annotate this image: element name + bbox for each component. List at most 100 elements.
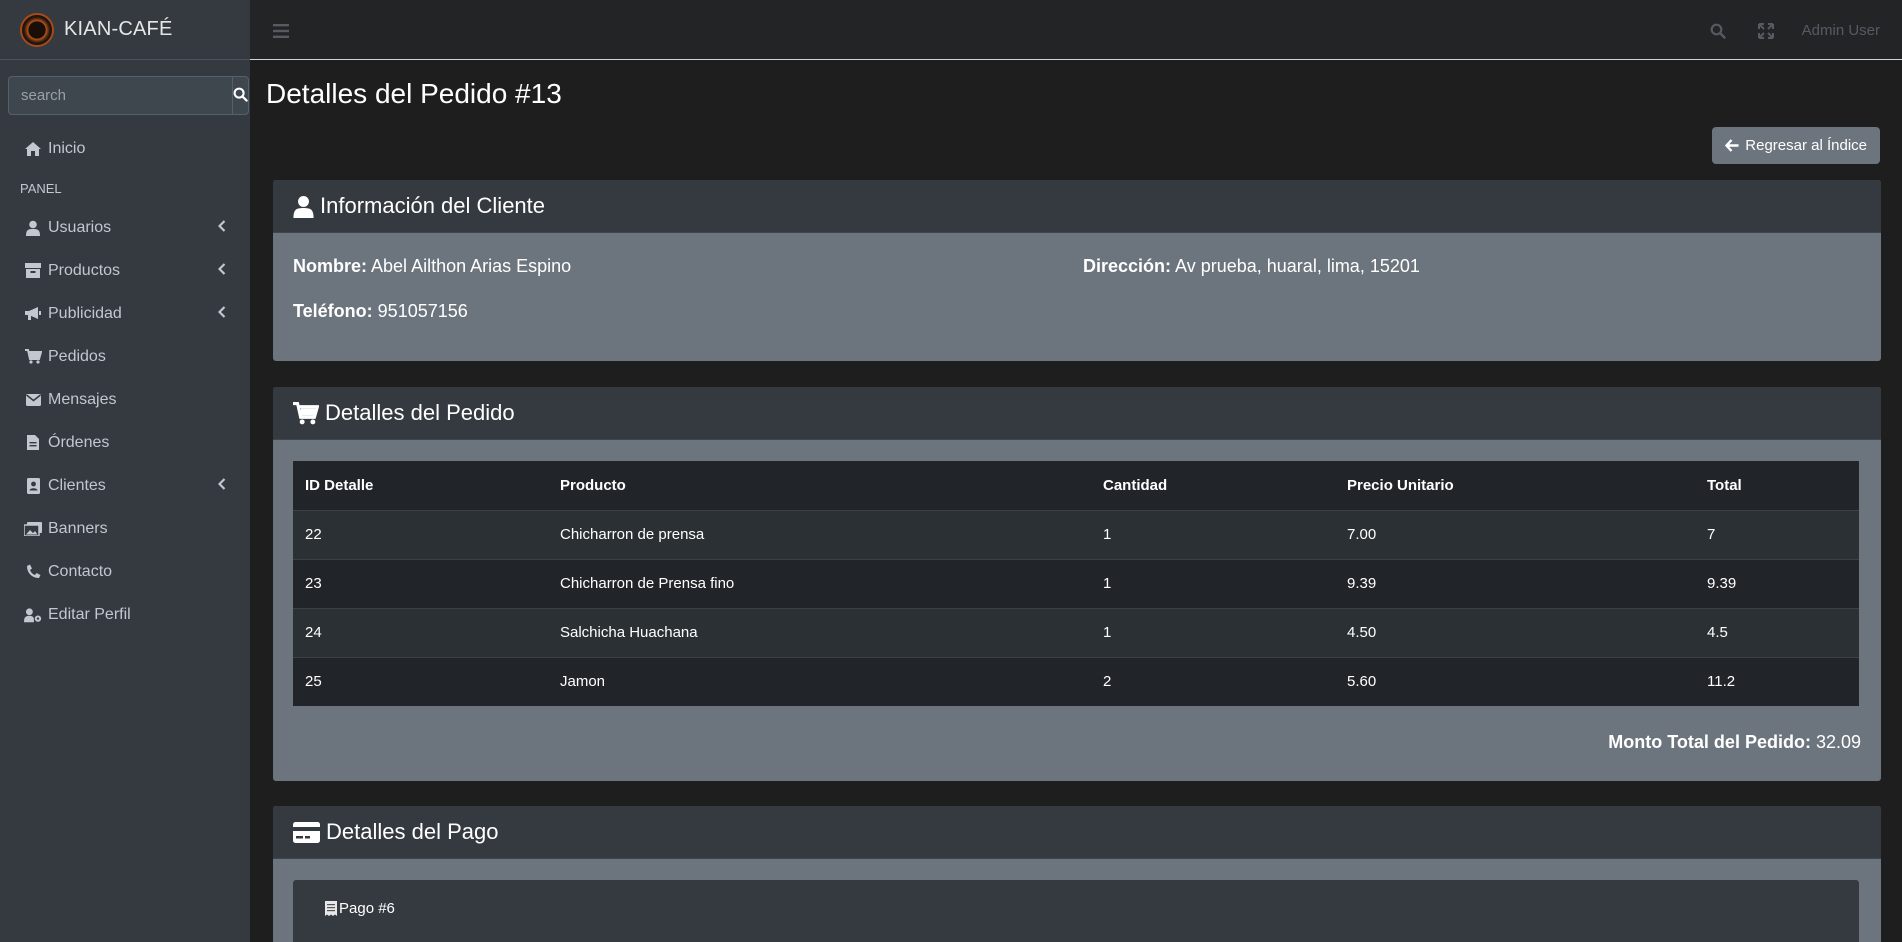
table-cell: 23 xyxy=(293,558,548,608)
sidebar-item-label: Pedidos xyxy=(48,347,106,365)
order-total-label: Monto Total del Pedido: xyxy=(1608,732,1811,752)
client-address-field: Dirección: Av prueba, huaral, lima, 1520… xyxy=(1083,256,1420,277)
user-menu[interactable]: Admin User xyxy=(1802,22,1880,39)
card-title: Información del Cliente xyxy=(320,193,546,218)
sidebar-item-clientes[interactable]: Clientes xyxy=(0,464,250,507)
user-icon xyxy=(293,195,314,218)
sidebar-item-label: Contacto xyxy=(48,562,113,580)
column-header: Cantidad xyxy=(1091,461,1335,511)
search-input[interactable] xyxy=(8,76,232,115)
client-name-field: Nombre: Abel Ailthon Arias Espino xyxy=(293,256,571,277)
back-button-label: Regresar al Índice xyxy=(1745,137,1867,154)
table-cell: Chicharron de Prensa fino xyxy=(548,558,1091,608)
table-cell: 9.39 xyxy=(1335,558,1695,608)
order-items-table: ID Detalle Producto Cantidad Precio Unit… xyxy=(293,461,1859,706)
table-row: 22 Chicharron de prensa 1 7.00 7 xyxy=(293,509,1859,559)
sidebar-item-label: Inicio xyxy=(48,139,86,157)
table-cell: 5.60 xyxy=(1335,656,1695,706)
table-cell: 24 xyxy=(293,607,548,657)
search-button[interactable] xyxy=(232,76,249,115)
payment-details-card: Detalles del Pago Pago #6 xyxy=(273,806,1881,942)
sidebar-item-label: Mensajes xyxy=(48,390,117,408)
table-cell: 1 xyxy=(1091,607,1335,657)
navbar-search-icon[interactable] xyxy=(1710,23,1726,44)
search-icon xyxy=(233,87,248,105)
column-header: Producto xyxy=(548,461,1091,511)
sidebar-item-label: Banners xyxy=(48,519,108,537)
table-cell: Chicharron de prensa xyxy=(548,509,1091,559)
cart-icon xyxy=(293,401,319,425)
table-cell: 22 xyxy=(293,509,548,559)
phone-icon xyxy=(24,563,42,581)
back-to-index-button[interactable]: Regresar al Índice xyxy=(1712,127,1880,164)
column-header: Total xyxy=(1695,461,1859,511)
table-cell: 1 xyxy=(1091,558,1335,608)
sidebar-item-ordenes[interactable]: Órdenes xyxy=(0,421,250,464)
sidebar-item-productos[interactable]: Productos xyxy=(0,249,250,292)
table-header-row: ID Detalle Producto Cantidad Precio Unit… xyxy=(293,461,1859,511)
table-cell: 4.5 xyxy=(1695,607,1859,657)
sidebar-item-label: Publicidad xyxy=(48,304,122,322)
top-navbar: Admin User xyxy=(250,0,1902,60)
sidebar-item-pedidos[interactable]: Pedidos xyxy=(0,335,250,378)
table-cell: 11.2 xyxy=(1695,656,1859,706)
images-icon xyxy=(24,520,42,538)
table-cell: 25 xyxy=(293,656,548,706)
table-cell: 7.00 xyxy=(1335,509,1695,559)
sidebar-item-label: Órdenes xyxy=(48,433,110,451)
card-header: Detalles del Pago xyxy=(273,806,1881,859)
sidebar-item-label: Productos xyxy=(48,261,121,279)
client-address: Av prueba, huaral, lima, 15201 xyxy=(1175,256,1420,276)
payment-item: Pago #6 xyxy=(293,880,1859,942)
table-cell: 7 xyxy=(1695,509,1859,559)
sidebar-item-editar-perfil[interactable]: Editar Perfil xyxy=(0,593,250,636)
brand[interactable]: KIAN-CAFÉ xyxy=(0,0,250,60)
chevron-left-icon xyxy=(217,305,226,323)
sidebar-header-panel: PANEL xyxy=(20,180,62,196)
chevron-left-icon xyxy=(217,262,226,280)
contact-card-icon xyxy=(24,477,42,495)
field-label: Dirección: xyxy=(1083,256,1172,276)
sidebar-item-contacto[interactable]: Contacto xyxy=(0,550,250,593)
client-name: Abel Ailthon Arias Espino xyxy=(371,256,572,276)
order-details-card: Detalles del Pedido ID Detalle Producto … xyxy=(273,387,1881,781)
client-phone-field: Teléfono: 951057156 xyxy=(293,301,468,322)
table-row: 23 Chicharron de Prensa fino 1 9.39 9.39 xyxy=(293,558,1859,608)
table-cell: 2 xyxy=(1091,656,1335,706)
sidebar-item-label: Clientes xyxy=(48,476,106,494)
sidebar-item-label: Usuarios xyxy=(48,218,112,236)
home-icon xyxy=(24,140,42,158)
sidebar-item-inicio[interactable]: Inicio xyxy=(0,127,250,170)
fullscreen-icon[interactable] xyxy=(1758,23,1774,44)
hamburger-menu-icon[interactable] xyxy=(273,24,289,43)
payment-item-title: Pago #6 xyxy=(339,900,395,917)
field-label: Nombre: xyxy=(293,256,368,276)
card-header: Detalles del Pedido xyxy=(273,387,1881,440)
megaphone-icon xyxy=(24,305,42,323)
table-cell: 9.39 xyxy=(1695,558,1859,608)
cart-icon xyxy=(24,348,42,366)
sidebar: KIAN-CAFÉ Inicio PANEL Usuarios Producto… xyxy=(0,0,250,942)
sidebar-item-publicidad[interactable]: Publicidad xyxy=(0,292,250,335)
sidebar-item-banners[interactable]: Banners xyxy=(0,507,250,550)
receipt-icon xyxy=(325,901,337,916)
table-cell: Jamon xyxy=(548,656,1091,706)
sidebar-item-usuarios[interactable]: Usuarios xyxy=(0,206,250,249)
user-icon xyxy=(24,219,42,237)
sidebar-item-mensajes[interactable]: Mensajes xyxy=(0,378,250,421)
client-info-card: Información del Cliente Nombre: Abel Ail… xyxy=(273,180,1881,361)
sidebar-item-label: Editar Perfil xyxy=(48,605,131,623)
chevron-left-icon xyxy=(217,477,226,495)
card-header: Información del Cliente xyxy=(273,180,1881,233)
sidebar-search xyxy=(8,76,249,115)
credit-card-icon xyxy=(293,821,320,843)
table-cell: 1 xyxy=(1091,509,1335,559)
card-title: Detalles del Pedido xyxy=(325,400,515,425)
field-label: Teléfono: xyxy=(293,301,373,321)
order-total: Monto Total del Pedido: 32.09 xyxy=(1608,732,1861,753)
client-phone: 951057156 xyxy=(377,301,468,321)
user-gear-icon xyxy=(24,606,42,624)
column-header: Precio Unitario xyxy=(1335,461,1695,511)
box-icon xyxy=(24,262,42,280)
table-cell: 4.50 xyxy=(1335,607,1695,657)
